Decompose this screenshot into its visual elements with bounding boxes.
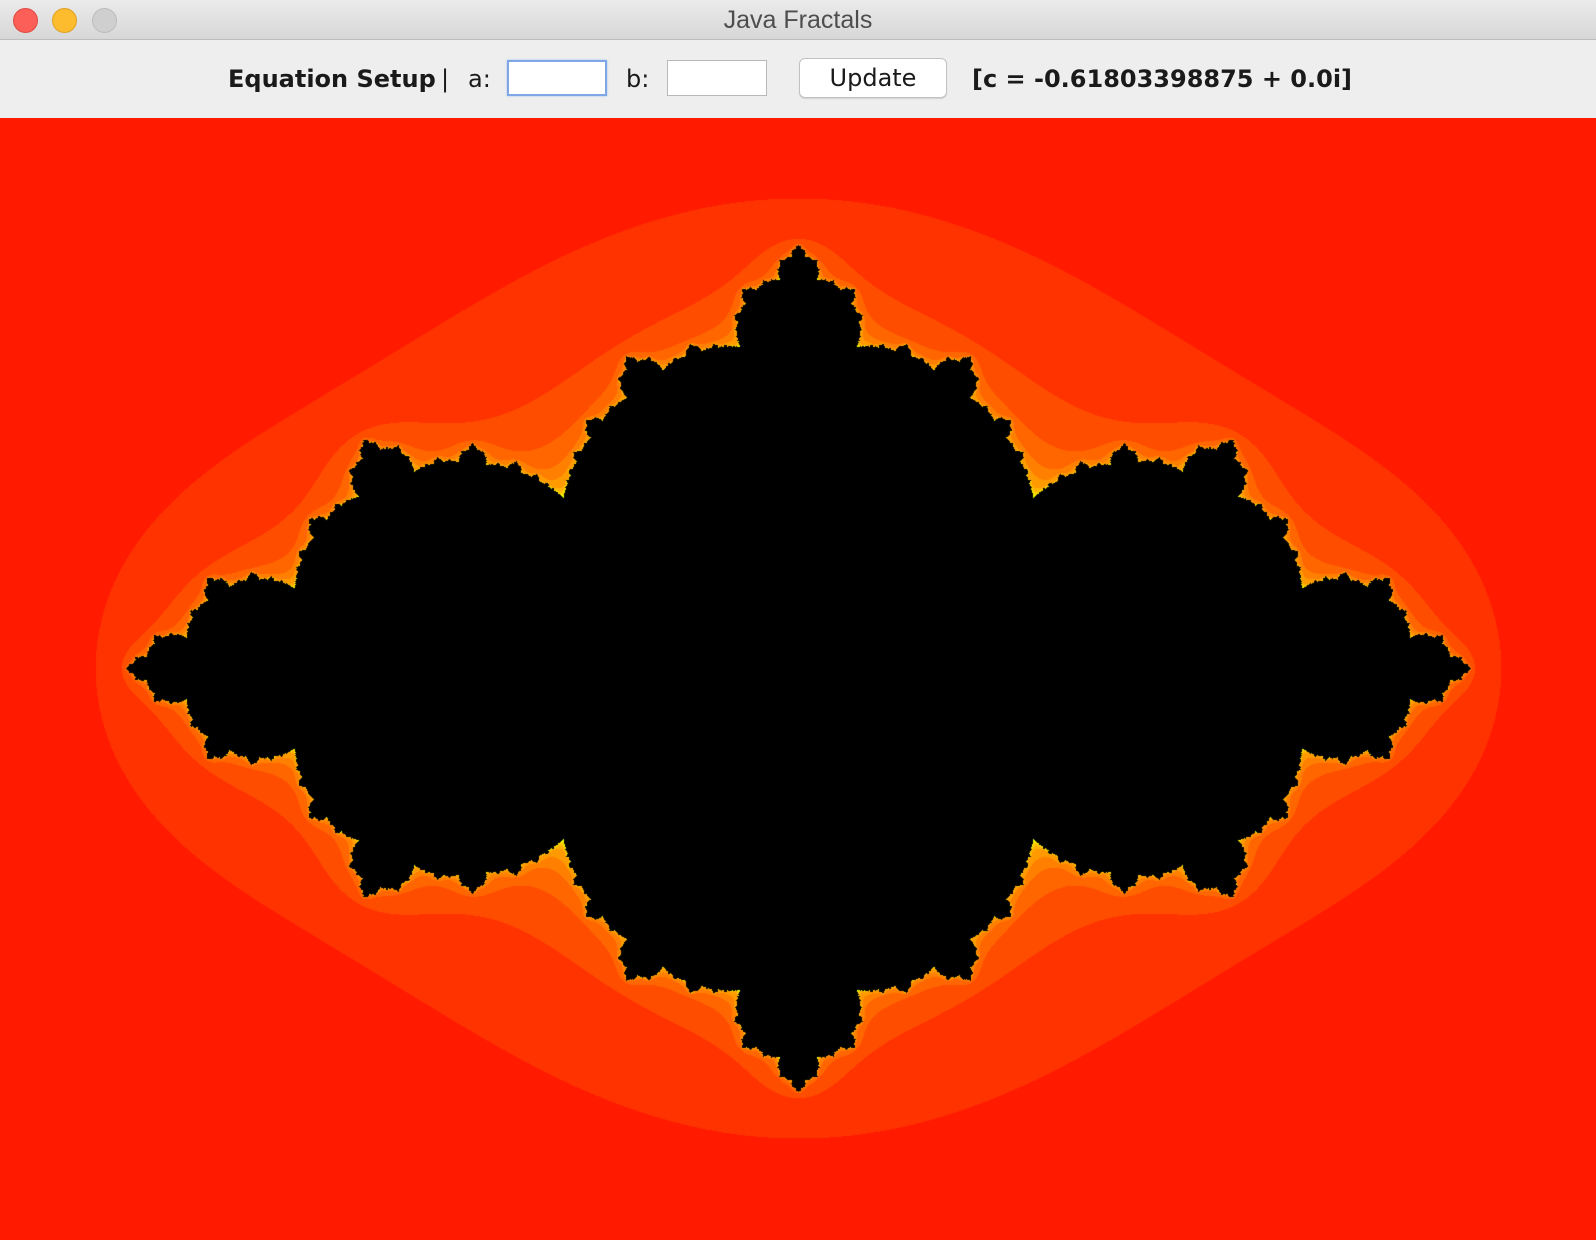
c-value-display: [c = -0.61803398875 + 0.0i]	[972, 65, 1353, 93]
window-title: Java Fractals	[723, 6, 873, 34]
equation-setup-label: Equation Setup	[228, 65, 436, 93]
b-input[interactable]	[667, 60, 767, 96]
app-window: Java Fractals Equation Setup | a: b: Upd…	[0, 0, 1596, 1240]
equation-toolbar: Equation Setup | a: b: Update [c = -0.61…	[0, 40, 1596, 118]
a-input[interactable]	[507, 60, 607, 96]
title-bar: Java Fractals	[0, 0, 1596, 40]
b-label: b:	[626, 65, 650, 93]
a-label: a:	[468, 65, 491, 93]
toolbar-separator: |	[441, 65, 450, 93]
update-button[interactable]: Update	[799, 58, 947, 98]
fractal-canvas[interactable]	[0, 118, 1596, 1240]
